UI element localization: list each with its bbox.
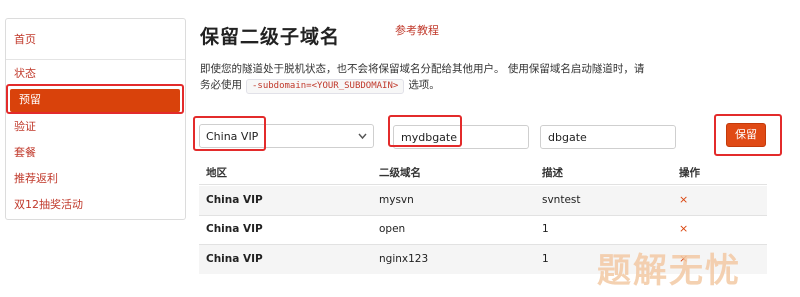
sidebar-item-home[interactable]: 首页 (14, 33, 36, 47)
sidebar-item-reserve[interactable]: 预留 (10, 89, 180, 112)
cell-description: 1 (542, 223, 549, 235)
column-header-description: 描述 (542, 167, 563, 179)
subdomain-option-code: -subdomain=<YOUR_SUBDOMAIN> (246, 79, 405, 94)
sidebar-item-plan[interactable]: 套餐 (14, 146, 36, 160)
column-header-subdomain: 二级域名 (379, 167, 421, 179)
sidebar-item-status[interactable]: 状态 (14, 67, 36, 81)
cell-subdomain: mysvn (379, 194, 414, 206)
region-select[interactable]: China VIP (199, 124, 374, 148)
chevron-down-icon (358, 128, 367, 147)
subdomain-input[interactable]: mydbgate (393, 125, 529, 149)
cell-subdomain: open (379, 223, 406, 235)
cell-region: China VIP (206, 253, 263, 265)
reserve-button[interactable]: 保留 (726, 123, 766, 147)
page-title: 保留二级子域名 (200, 26, 341, 48)
sidebar-item-reserve-label: 预留 (19, 93, 41, 106)
description-suffix: 选项。 (408, 79, 440, 91)
sidebar-item-lottery[interactable]: 双12抽奖活动 (14, 198, 83, 212)
delete-icon[interactable]: × (679, 222, 688, 235)
region-select-value: China VIP (206, 130, 259, 143)
cell-region: China VIP (206, 223, 263, 235)
column-header-action: 操作 (679, 167, 700, 179)
reference-link[interactable]: 参考教程 (395, 22, 439, 38)
table-row: China VIP nginx123 1 × (199, 245, 767, 274)
table-row: China VIP open 1 × (199, 215, 767, 244)
delete-icon[interactable]: × (679, 252, 688, 265)
cell-subdomain: nginx123 (379, 253, 429, 265)
cell-description: 1 (542, 253, 549, 265)
sidebar-nav: 首页 状态 预留 验证 套餐 推荐返利 双12抽奖活动 (5, 18, 186, 220)
delete-icon[interactable]: × (679, 193, 688, 206)
sidebar-divider (6, 59, 185, 60)
table-row: China VIP mysvn svntest × (199, 186, 767, 215)
cell-region: China VIP (206, 194, 263, 206)
page-description: 即使您的隧道处于脱机状态，也不会将保留域名分配给其他用户。 使用保留域名启动隧道… (200, 61, 650, 94)
cell-description: svntest (542, 194, 581, 206)
sidebar-item-referral[interactable]: 推荐返利 (14, 172, 58, 186)
table-header-divider (199, 184, 767, 185)
description-input-value: dbgate (548, 131, 587, 144)
sidebar-item-auth[interactable]: 验证 (14, 120, 36, 134)
column-header-region: 地区 (206, 167, 227, 179)
description-input[interactable]: dbgate (540, 125, 676, 149)
subdomain-input-value: mydbgate (401, 131, 457, 144)
